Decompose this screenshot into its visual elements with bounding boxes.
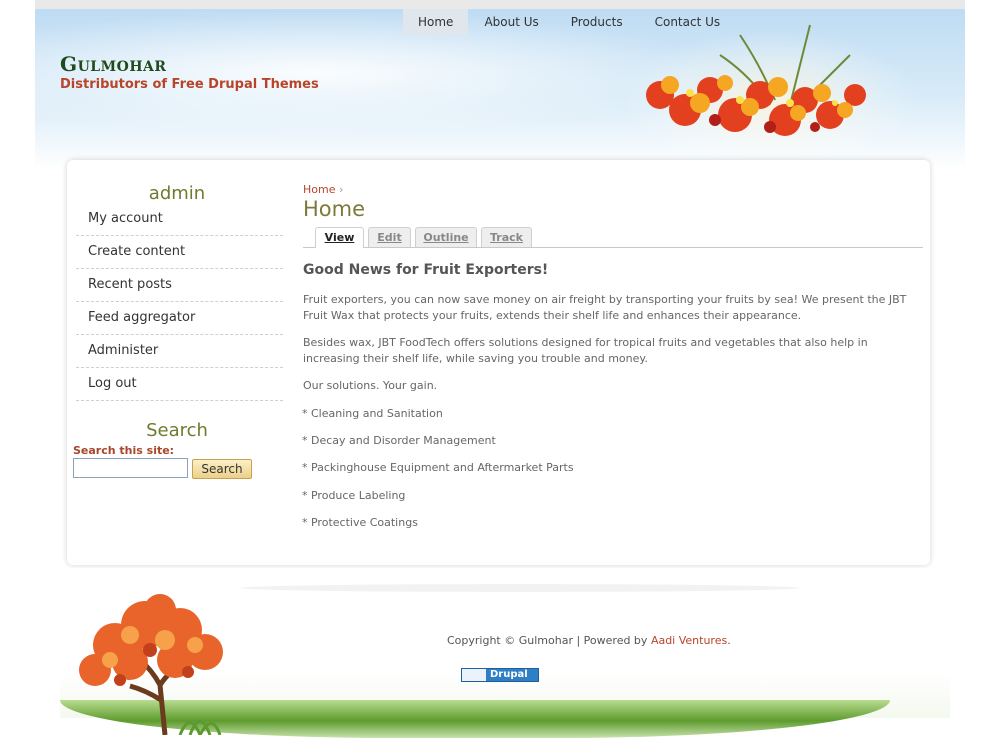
- primary-nav: Home About Us Products Contact Us: [403, 9, 736, 35]
- list-item: * Decay and Disorder Management: [302, 434, 496, 447]
- copyright: Copyright © Gulmohar | Powered by Aadi V…: [447, 634, 731, 647]
- tab-outline[interactable]: Outline: [415, 227, 477, 247]
- page-title: Home: [303, 197, 366, 221]
- menu-item: My account: [76, 203, 283, 236]
- gulmohar-flower-illustration: [620, 24, 920, 165]
- search-block-title: Search: [146, 420, 208, 441]
- tab-edit[interactable]: Edit: [368, 227, 411, 247]
- breadcrumb-home-link[interactable]: Home: [303, 183, 335, 196]
- nav-contact-us[interactable]: Contact Us: [639, 9, 737, 35]
- copyright-suffix: .: [727, 634, 731, 647]
- drupal-drop-icon: [462, 669, 486, 681]
- tab-view[interactable]: View: [315, 227, 364, 248]
- site-name[interactable]: Gulmohar: [60, 52, 167, 76]
- paragraph: Our solutions. Your gain.: [303, 379, 438, 392]
- list-item: * Protective Coatings: [302, 516, 418, 529]
- site-slogan: Distributors of Free Drupal Themes: [60, 77, 319, 92]
- menu-item: Administer: [76, 335, 283, 368]
- menu-my-account[interactable]: My account: [76, 203, 283, 235]
- menu-recent-posts[interactable]: Recent posts: [76, 269, 283, 301]
- user-menu: My account Create content Recent posts F…: [76, 203, 283, 401]
- menu-item: Create content: [76, 236, 283, 269]
- drupal-badge[interactable]: Drupal: [461, 668, 539, 682]
- local-tabs: View Edit Outline Track: [303, 227, 923, 248]
- search-button[interactable]: Search: [192, 459, 252, 479]
- search-input[interactable]: [73, 458, 188, 478]
- menu-item: Feed aggregator: [76, 302, 283, 335]
- paragraph: Fruit exporters, you can now save money …: [303, 293, 907, 322]
- list-item: * Cleaning and Sanitation: [302, 407, 443, 420]
- paragraph: Besides wax, JBT FoodTech offers solutio…: [303, 336, 868, 365]
- breadcrumb-separator: ›: [338, 183, 344, 196]
- tab-track[interactable]: Track: [481, 227, 532, 247]
- nav-home[interactable]: Home: [403, 9, 469, 35]
- user-block-title: admin: [148, 183, 206, 204]
- search-label: Search this site:: [73, 444, 175, 457]
- menu-item: Recent posts: [76, 269, 283, 302]
- nav-about-us[interactable]: About Us: [468, 9, 554, 35]
- menu-create-content[interactable]: Create content: [76, 236, 283, 268]
- breadcrumb: Home ›: [303, 183, 343, 196]
- copyright-text: Copyright © Gulmohar | Powered by: [447, 634, 648, 647]
- menu-item: Log out: [76, 368, 283, 401]
- gulmohar-tree-illustration: [79, 594, 223, 735]
- menu-feed-aggregator[interactable]: Feed aggregator: [76, 302, 283, 334]
- drupal-badge-label: Drupal: [490, 669, 528, 680]
- top-strip: [35, 0, 965, 9]
- list-item: * Produce Labeling: [302, 489, 406, 502]
- footer-divider-shadow: [240, 584, 800, 592]
- menu-administer[interactable]: Administer: [76, 335, 283, 367]
- list-item: * Packinghouse Equipment and Aftermarket…: [302, 461, 574, 474]
- nav-products[interactable]: Products: [555, 9, 639, 35]
- node-title: Good News for Fruit Exporters!: [303, 262, 549, 278]
- powered-by-link[interactable]: Aadi Ventures: [651, 634, 727, 647]
- menu-log-out[interactable]: Log out: [76, 368, 283, 400]
